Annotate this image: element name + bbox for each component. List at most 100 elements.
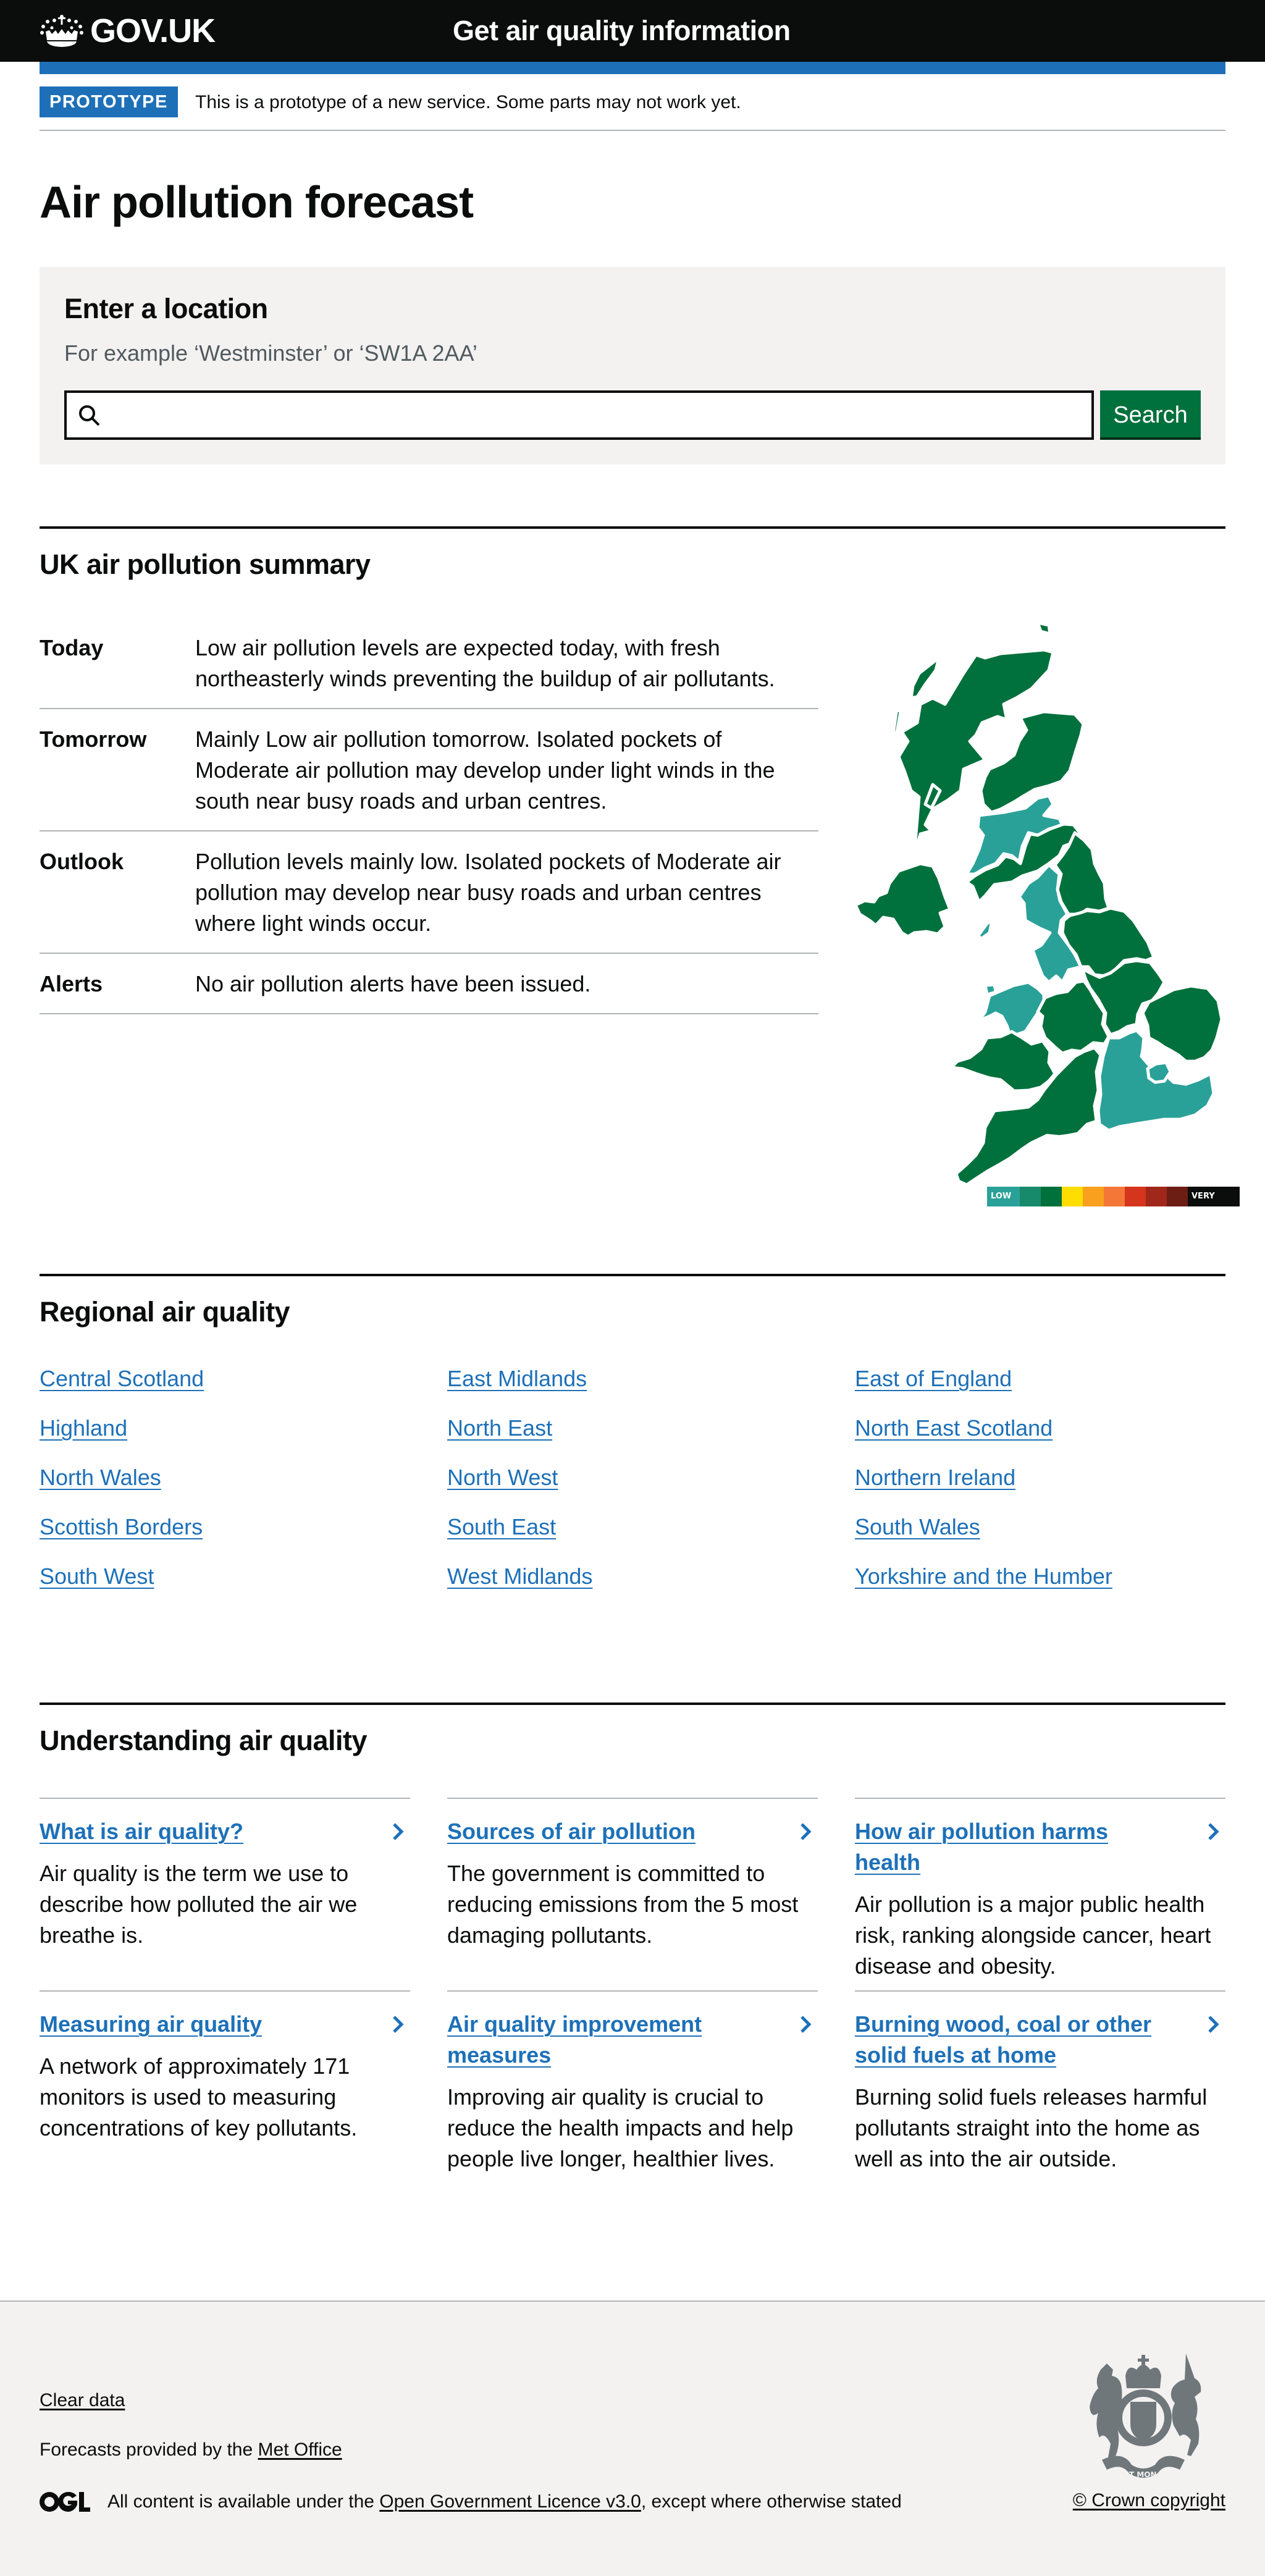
legend-band-8 (1146, 1187, 1167, 1206)
summary-heading: UK air pollution summary (40, 549, 371, 580)
card-what-is-air-quality: What is air quality? Air quality is the … (40, 1798, 410, 1990)
licence-row: All content is available under the Open … (40, 2490, 902, 2514)
card-description: Burning solid fuels releases harmful pol… (855, 2084, 1208, 2171)
summary-value: No air pollution alerts have been issued… (195, 971, 591, 996)
section-divider (40, 1703, 1225, 1705)
licence-prefix: All content is available under the (107, 2491, 380, 2512)
search-icon (79, 405, 100, 426)
met-office-link[interactable]: Met Office (258, 2439, 342, 2460)
legend-band-5 (1083, 1187, 1104, 1206)
licence-text: All content is available under the Open … (107, 2490, 902, 2514)
region-link-scottish-borders[interactable]: Scottish Borders (40, 1514, 203, 1539)
region-link-highland[interactable]: Highland (40, 1415, 127, 1441)
region-link-east-of-england[interactable]: East of England (855, 1366, 1012, 1391)
region-link-west-midlands[interactable]: West Midlands (447, 1564, 592, 1589)
phase-banner: PROTOTYPE This is a prototype of a new s… (40, 86, 1225, 131)
legend-band-2 (1020, 1187, 1041, 1206)
map-region-anglesey: North Wales (983, 983, 998, 996)
card-link[interactable]: What is air quality? (40, 1816, 361, 1847)
forecast-credit-text: Forecasts provided by the (40, 2439, 258, 2460)
ogl-logo-icon (40, 2491, 90, 2512)
region-link-south-east[interactable]: South East (447, 1514, 556, 1539)
card-link[interactable]: Measuring air quality (40, 2009, 361, 2040)
summary-row-today: Today Low air pollution levels are expec… (40, 618, 818, 709)
card-link[interactable]: Burning wood, coal or other solid fuels … (855, 2009, 1176, 2071)
regional-links-grid: Central Scotland East Midlands East of E… (40, 1362, 1225, 1593)
card-description: Air pollution is a major public health r… (855, 1892, 1211, 1979)
understanding-cards: What is air quality? Air quality is the … (40, 1798, 1225, 2183)
chevron-right-icon[interactable] (392, 1822, 405, 1841)
summary-row-alerts: Alerts No air pollution alerts have been… (40, 954, 818, 1014)
section-divider (40, 1274, 1225, 1276)
card-link[interactable]: Sources of air pollution (447, 1816, 768, 1847)
service-name-link[interactable]: Get air quality information (453, 14, 791, 48)
region-link-south-west[interactable]: South West (40, 1564, 154, 1589)
map-region-london[interactable]: London (1146, 1061, 1172, 1084)
region-link-north-east-scotland[interactable]: North East Scotland (855, 1415, 1053, 1441)
section-divider (40, 526, 1225, 529)
region-link-south-wales[interactable]: South Wales (855, 1514, 980, 1539)
uk-pollution-map: Highland Highland North East Scotland Ce… (852, 612, 1235, 1211)
card-how-air-pollution-harms-health: How air pollution harms health Air pollu… (855, 1798, 1225, 1990)
card-description: Air quality is the term we use to descri… (40, 1861, 358, 1948)
legend-high-label: VERY HIGH (1188, 1192, 1215, 1221)
chevron-right-icon[interactable] (392, 2015, 405, 2034)
chevron-right-icon[interactable] (1207, 2015, 1221, 2034)
summary-value: Low air pollution levels are expected to… (195, 635, 775, 691)
region-link-northern-ireland[interactable]: Northern Ireland (855, 1465, 1015, 1490)
chevron-right-icon[interactable] (1207, 1822, 1221, 1841)
region-link-central-scotland[interactable]: Central Scotland (40, 1366, 204, 1391)
region-link-north-wales[interactable]: North Wales (40, 1465, 161, 1490)
pollution-scale-legend: LOW VERY HIGH (987, 1187, 1240, 1221)
royal-coat-of-arms-icon: DIEU ET MON DROIT (1090, 2354, 1201, 2479)
page-title: Air pollution forecast (40, 178, 474, 227)
legend-band-6 (1104, 1187, 1125, 1206)
search-input-wrapper (64, 390, 1094, 440)
card-link[interactable]: Air quality improvement measures (447, 2009, 768, 2071)
summary-row-outlook: Outlook Pollution levels mainly low. Iso… (40, 831, 818, 954)
legend-band-10: VERY HIGH (1188, 1187, 1240, 1221)
summary-value: Mainly Low air pollution tomorrow. Isola… (195, 726, 775, 814)
card-description: Improving air quality is crucial to redu… (447, 2084, 794, 2171)
crest-motto: DIEU ET MON DROIT (1101, 2470, 1185, 2479)
summary-list: Today Low air pollution levels are expec… (40, 618, 818, 1014)
map-region-south-wales[interactable]: South Wales (949, 1030, 1057, 1093)
govuk-logo-link[interactable]: GOV.UK (40, 12, 216, 49)
region-link-yorkshire-and-the-humber[interactable]: Yorkshire and the Humber (855, 1564, 1112, 1589)
summary-key: Tomorrow (40, 726, 147, 752)
uk-map-svg: Highland Highland North East Scotland Ce… (854, 621, 1224, 1187)
summary-row-tomorrow: Tomorrow Mainly Low air pollution tomorr… (40, 709, 818, 831)
search-button[interactable]: Search (1100, 390, 1201, 440)
card-description: A network of approximately 171 monitors … (40, 2053, 358, 2140)
logo-text: GOV.UK (90, 12, 216, 49)
legend-band-3 (1041, 1187, 1062, 1206)
header-blue-bar (40, 62, 1225, 74)
legend-band-9 (1167, 1187, 1188, 1206)
crown-copyright-link[interactable]: © Crown copyright (1073, 2488, 1225, 2513)
phase-tag: PROTOTYPE (40, 86, 178, 117)
chevron-right-icon[interactable] (799, 2015, 813, 2034)
card-burning-solid-fuels: Burning wood, coal or other solid fuels … (855, 1990, 1225, 2183)
ogl-licence-link[interactable]: Open Government Licence v3.0 (379, 2491, 641, 2512)
regional-heading: Regional air quality (40, 1296, 290, 1328)
site-header: GOV.UK Get air quality information (0, 0, 1265, 62)
search-hint: For example ‘Westminster’ or ‘SW1A 2AA’ (64, 340, 477, 366)
location-search-input[interactable] (110, 393, 1086, 437)
map-region-northern-ireland[interactable]: Northern Ireland (854, 862, 952, 938)
summary-value: Pollution levels mainly low. Isolated po… (195, 849, 781, 936)
search-heading: Enter a location (64, 293, 268, 324)
region-link-north-east[interactable]: North East (447, 1415, 552, 1441)
card-measuring-air-quality: Measuring air quality A network of appro… (40, 1990, 410, 2183)
card-air-quality-improvement-measures: Air quality improvement measures Improvi… (447, 1990, 818, 2183)
map-region-north-east-scotland[interactable]: North East Scotland (979, 710, 1085, 814)
licence-suffix: , except where otherwise stated (641, 2491, 902, 2512)
phase-text: This is a prototype of a new service. So… (195, 92, 741, 112)
understanding-heading: Understanding air quality (40, 1725, 368, 1756)
region-link-north-west[interactable]: North West (447, 1465, 558, 1490)
legend-band-7 (1125, 1187, 1146, 1206)
card-sources-of-air-pollution: Sources of air pollution The government … (447, 1798, 818, 1990)
chevron-right-icon[interactable] (799, 1822, 813, 1841)
clear-data-link[interactable]: Clear data (40, 2388, 125, 2413)
region-link-east-midlands[interactable]: East Midlands (447, 1366, 587, 1391)
card-link[interactable]: How air pollution harms health (855, 1816, 1176, 1878)
